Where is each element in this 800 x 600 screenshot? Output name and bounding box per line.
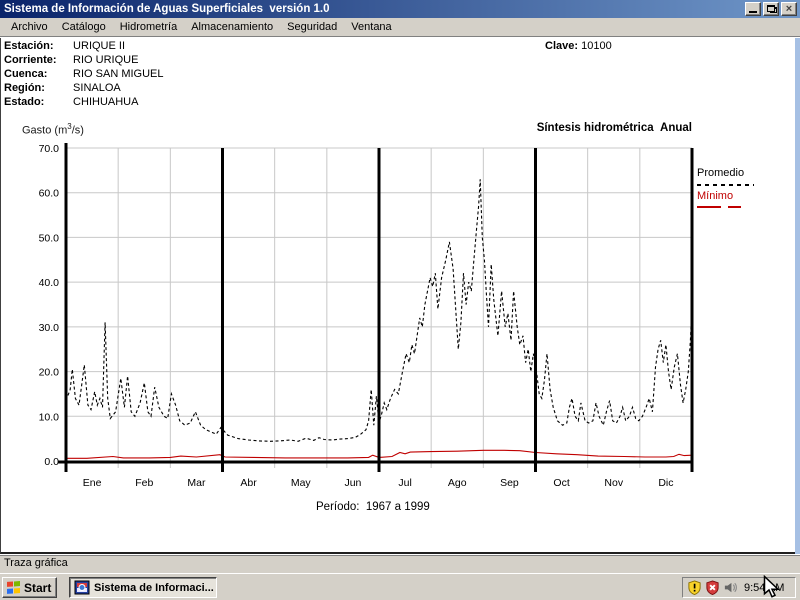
clave-label: Clave: (545, 40, 578, 52)
restore-button[interactable] (763, 2, 779, 16)
station-row: Región: SINALOA (4, 82, 121, 94)
restore-icon-front (767, 5, 775, 12)
close-icon: × (786, 3, 792, 15)
taskbar-app-button[interactable]: Sistema de Informaci... (69, 577, 217, 598)
y-axis-title: Gasto (m3/s) (22, 122, 84, 137)
title-bar: Sistema de Información de Aguas Superfic… (0, 0, 800, 18)
app-icon (74, 580, 90, 595)
period-caption: Período: 1967 a 1999 (316, 501, 430, 513)
windows-logo-icon (6, 581, 21, 595)
legend-promedio-line-icon (697, 184, 754, 186)
close-button[interactable]: × (781, 2, 797, 16)
taskbar-app-label: Sistema de Informaci... (94, 582, 214, 594)
station-row: Estación: URIQUE II (4, 40, 125, 52)
mouse-cursor-icon (763, 575, 781, 599)
security-alert-shield-icon[interactable] (705, 580, 720, 595)
start-label: Start (24, 581, 51, 595)
menu-item-archivo[interactable]: Archivo (4, 19, 55, 35)
menu-item-almacenamiento[interactable]: Almacenamiento (184, 19, 280, 35)
menu-item-ventana[interactable]: Ventana (344, 19, 398, 35)
start-button[interactable]: Start (2, 577, 57, 598)
client-area (0, 38, 800, 554)
minimize-button[interactable] (745, 2, 761, 16)
station-row: Corriente: RIO URIQUE (4, 54, 138, 66)
station-row: Estado: CHIHUAHUA (4, 96, 138, 108)
chart-title: Síntesis hidrométrica Anual (430, 122, 692, 134)
taskbar: Start Sistema de Informaci... (0, 573, 800, 600)
legend-promedio-label: Promedio (697, 167, 744, 179)
window-right-border (795, 38, 800, 554)
station-row: Cuenca: RIO SAN MIGUEL (4, 68, 164, 80)
clave-value: 10100 (581, 40, 612, 52)
volume-icon[interactable] (723, 580, 738, 595)
status-text: Traza gráfica (4, 557, 68, 569)
desktop: Sistema de Información de Aguas Superfic… (0, 0, 800, 600)
window-title: Sistema de Información de Aguas Superfic… (4, 3, 330, 15)
legend-minimo-line-icon (697, 206, 741, 208)
legend-minimo-label: Mínimo (697, 190, 733, 202)
status-bar (0, 555, 800, 573)
security-warning-shield-icon[interactable] (687, 580, 702, 595)
menu-item-catalogo[interactable]: Catálogo (55, 19, 113, 35)
menu-bar: ArchivoCatálogoHidrometríaAlmacenamiento… (0, 18, 800, 37)
minimize-icon (749, 11, 757, 13)
menu-item-seguridad[interactable]: Seguridad (280, 19, 344, 35)
station-key: Clave: 10100 (545, 40, 612, 52)
menu-item-hidrometria[interactable]: Hidrometría (113, 19, 184, 35)
